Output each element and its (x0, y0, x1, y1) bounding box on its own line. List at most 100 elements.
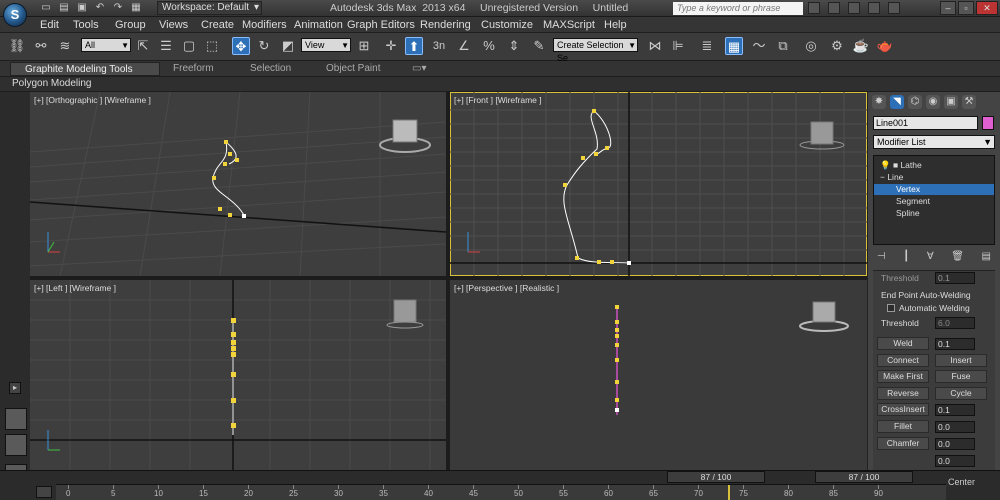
menu-modifiers[interactable]: Modifiers (242, 19, 287, 31)
threshold-top-field[interactable]: 0.1 (935, 272, 975, 284)
communication-icon[interactable] (848, 2, 860, 14)
align-icon[interactable]: ⊫ (669, 37, 687, 55)
mini-curve-editor-icon[interactable] (36, 486, 52, 498)
tab-object-paint[interactable]: Object Paint (326, 63, 380, 74)
fuse-button[interactable]: Fuse (935, 370, 987, 383)
viewport-orthographic[interactable]: [+] [Orthographic ] [Wireframe ] (30, 92, 446, 276)
search-input[interactable]: Type a keyword or phrase (673, 2, 803, 15)
crossinsert-field[interactable]: 0.1 (935, 404, 975, 416)
extra-field[interactable]: 0.0 (935, 455, 975, 467)
stack-item-lathe[interactable]: 💡 ■ Lathe (874, 160, 994, 171)
unlink-icon[interactable]: ⚯ (32, 37, 50, 55)
curve-editor-icon[interactable]: 〜 (750, 37, 768, 55)
hierarchy-tab-icon[interactable]: ⌬ (908, 95, 922, 109)
modify-tab-icon[interactable]: ◥ (890, 95, 904, 109)
stack-item-spline[interactable]: Spline (874, 208, 994, 219)
layer-manager-icon[interactable]: ≣ (698, 37, 716, 55)
time-slider[interactable]: 87 / 100 (667, 471, 765, 483)
crossinsert-button[interactable]: CrossInsert (877, 403, 929, 416)
automatic-welding-checkbox[interactable] (887, 304, 895, 312)
snaps-toggle-icon[interactable]: 3n (430, 37, 448, 55)
stack-item-line[interactable]: − Line (874, 172, 994, 183)
tab-graphite-modeling-tools[interactable]: Graphite Modeling Tools (10, 62, 160, 76)
maximize-button[interactable]: ▫ (958, 1, 974, 15)
menu-tools[interactable]: Tools (73, 19, 99, 31)
viewport-front[interactable]: [+] [Front ] [Wireframe ] (450, 92, 867, 276)
reverse-button[interactable]: Reverse (877, 387, 929, 400)
viewport-layout-icon[interactable] (5, 434, 27, 456)
modifier-list-dropdown[interactable]: Modifier List ▼ (873, 135, 995, 149)
workspace-dropdown[interactable]: Workspace: Default ▾ (157, 1, 262, 15)
menu-views[interactable]: Views (159, 19, 188, 31)
menu-customize[interactable]: Customize (481, 19, 533, 31)
time-slider[interactable]: 87 / 100 (815, 471, 913, 483)
show-end-result-icon[interactable]: ┃ (903, 251, 909, 265)
display-tab-icon[interactable]: ▣ (944, 95, 958, 109)
configure-sets-icon[interactable]: ▤ (982, 251, 991, 265)
select-manipulate-icon[interactable]: ✛ (382, 37, 400, 55)
remove-modifier-icon[interactable]: 🗑 (951, 251, 964, 265)
viewport-perspective[interactable]: [+] [Perspective ] [Realistic ] (450, 280, 867, 470)
weld-threshold-field[interactable]: 0.1 (935, 338, 975, 350)
subscription-icon[interactable] (828, 2, 840, 14)
menu-graph-editors[interactable]: Graph Editors (347, 19, 415, 31)
redo-icon[interactable]: ↷ (112, 2, 124, 14)
bind-space-warp-icon[interactable]: ≋ (56, 37, 74, 55)
spinner-snap-icon[interactable]: ⇕ (505, 37, 523, 55)
keyboard-shortcut-override-icon[interactable]: ⬆ (405, 37, 423, 55)
viewport-label[interactable]: [+] [Orthographic ] [Wireframe ] (34, 95, 151, 105)
utilities-tab-icon[interactable]: ⚒ (962, 95, 976, 109)
reference-coordinate-dropdown[interactable]: View ▼ (301, 38, 351, 52)
viewport-layout-icon[interactable] (5, 408, 27, 430)
cycle-button[interactable]: Cycle (935, 387, 987, 400)
weld-button[interactable]: Weld (877, 337, 929, 350)
chamfer-button[interactable]: Chamfer (877, 437, 929, 450)
edit-named-selection-icon[interactable]: ✎ (530, 37, 548, 55)
mirror-icon[interactable]: ⋈ (646, 37, 664, 55)
menu-rendering[interactable]: Rendering (420, 19, 471, 31)
pin-stack-icon[interactable]: ⊣ (877, 251, 886, 265)
chamfer-field[interactable]: 0.0 (935, 438, 975, 450)
menu-edit[interactable]: Edit (40, 19, 59, 31)
lightbulb-icon[interactable]: 💡 (880, 160, 891, 170)
select-and-link-icon[interactable]: ⛓ (8, 37, 26, 55)
select-and-scale-icon[interactable]: ◩ (279, 37, 297, 55)
schematic-view-icon[interactable]: ⧉ (774, 37, 792, 55)
render-setup-icon[interactable]: ⚙ (828, 37, 846, 55)
ribbon-options-icon[interactable]: ▭▾ (412, 63, 426, 74)
make-first-button[interactable]: Make First (877, 370, 929, 383)
tab-selection[interactable]: Selection (250, 63, 291, 74)
selection-filter-dropdown[interactable]: All ▼ (81, 38, 131, 52)
select-by-name-icon[interactable]: ☰ (157, 37, 175, 55)
new-file-icon[interactable]: ▭ (40, 2, 52, 14)
stack-item-vertex[interactable]: Vertex (874, 184, 994, 195)
menu-animation[interactable]: Animation (294, 19, 343, 31)
window-crossing-icon[interactable]: ⬚ (203, 37, 221, 55)
graphite-toggle-icon[interactable]: ▦ (725, 37, 743, 55)
favorites-icon[interactable] (868, 2, 880, 14)
search-icon[interactable] (808, 2, 820, 14)
track-bar[interactable]: 0 5 10 15 20 25 30 35 40 45 50 55 60 65 … (56, 484, 946, 500)
help-icon[interactable] (888, 2, 900, 14)
fillet-button[interactable]: Fillet (877, 420, 929, 433)
motion-tab-icon[interactable]: ◉ (926, 95, 940, 109)
polygon-modeling-panel[interactable]: Polygon Modeling (12, 78, 92, 89)
app-logo[interactable]: S (3, 3, 27, 27)
select-object-icon[interactable]: ⇱ (134, 37, 152, 55)
make-unique-icon[interactable]: ∀ (927, 251, 934, 265)
create-tab-icon[interactable]: ✸ (872, 95, 886, 109)
angle-snap-icon[interactable]: ∠ (455, 37, 473, 55)
fillet-field[interactable]: 0.0 (935, 421, 975, 433)
minimize-button[interactable]: – (940, 1, 956, 15)
expand-arrow-icon[interactable]: ▸ (9, 382, 21, 394)
menu-group[interactable]: Group (115, 19, 146, 31)
select-and-move-icon[interactable]: ✥ (232, 37, 250, 55)
open-file-icon[interactable]: ▤ (58, 2, 70, 14)
project-folder-icon[interactable]: ▦ (130, 2, 142, 14)
render-production-icon[interactable]: 🫖 (876, 37, 894, 55)
viewport-left[interactable]: [+] [Left ] [Wireframe ] (30, 280, 446, 470)
rendered-frame-window-icon[interactable]: ☕ (852, 37, 870, 55)
stack-item-segment[interactable]: Segment (874, 196, 994, 207)
save-icon[interactable]: ▣ (76, 2, 88, 14)
viewport-label[interactable]: [+] [Perspective ] [Realistic ] (454, 283, 559, 293)
